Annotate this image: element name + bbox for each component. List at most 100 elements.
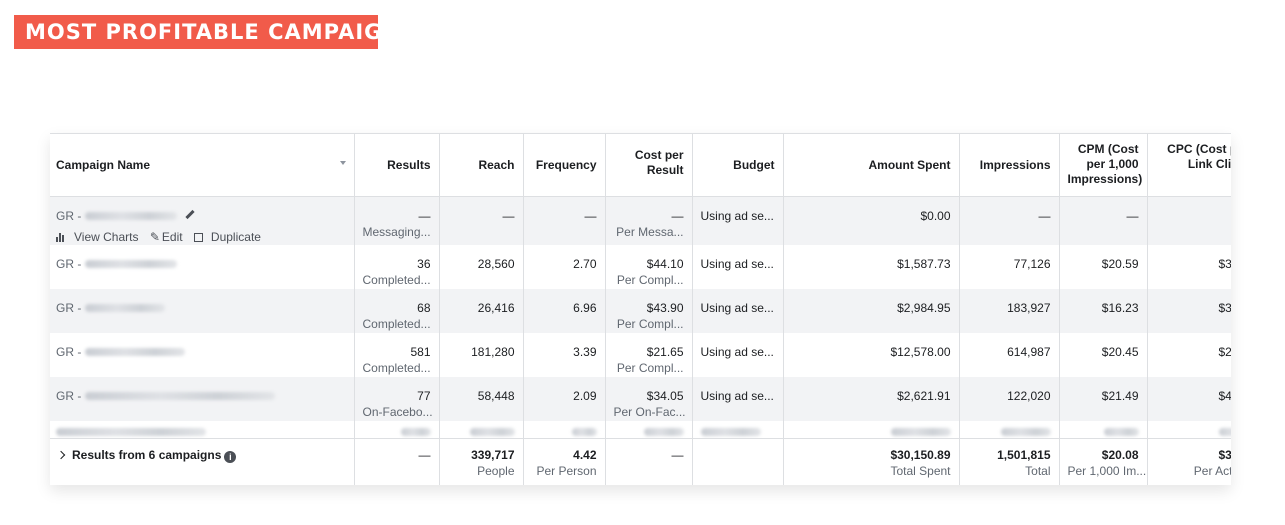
total-cpc-cell: $3.25Per Action xyxy=(1147,437,1231,485)
impressions-cell: 614,987 xyxy=(959,332,1060,377)
cpc-cell: $4.75 xyxy=(1147,376,1231,421)
frequency-cell: — xyxy=(523,196,606,245)
column-header-results[interactable]: Results xyxy=(354,134,440,197)
amount-spent-cell: $2,984.95 xyxy=(783,288,960,333)
campaign-name-cell[interactable]: GR - xyxy=(50,244,355,289)
reach-cell: 181,280 xyxy=(439,332,524,377)
budget-cell xyxy=(692,420,784,438)
column-header-budget[interactable]: Budget xyxy=(692,134,784,197)
table-row[interactable]: GR - 77 On-Facebo... 58,448 2.09 $34.05 Pe… xyxy=(50,376,1231,421)
redacted-campaign-name xyxy=(85,304,166,313)
results-cell: — Messaging... xyxy=(354,196,440,245)
results-cell: 581 Completed... xyxy=(354,332,440,377)
redacted-campaign-name xyxy=(85,348,186,357)
sort-caret-icon[interactable] xyxy=(339,161,346,165)
amount-spent-cell: $0.00 xyxy=(783,196,960,245)
results-cell xyxy=(354,420,440,438)
page-banner: MOST PROFITABLE CAMPAIGN xyxy=(14,15,378,49)
campaign-name-cell[interactable]: GR - xyxy=(50,288,355,333)
cost-per-result-cell: $21.65 Per Compl... xyxy=(605,332,693,377)
cpm-cell: $20.45 xyxy=(1059,332,1148,377)
impressions-cell: — xyxy=(959,196,1060,245)
amount-spent-cell xyxy=(783,420,960,438)
results-summary-toggle[interactable]: Results from 6 campaigns i xyxy=(50,437,355,485)
total-results-cell: — xyxy=(354,437,440,485)
budget-cell: Using ad se... xyxy=(692,288,784,333)
cpc-cell: $3.15 xyxy=(1147,288,1231,333)
redacted-campaign-name xyxy=(85,392,276,401)
redacted-campaign-name xyxy=(85,260,178,269)
total-frequency-cell: 4.42 Per Person xyxy=(523,437,606,485)
column-header-cost-per-result[interactable]: Cost per Result xyxy=(605,134,693,197)
edit-link[interactable]: ✎ Edit xyxy=(150,230,183,244)
bar-chart-icon xyxy=(56,232,66,242)
cpc-cell: — xyxy=(1147,196,1231,245)
table-header-row: Campaign Name Results Reach Frequency Co… xyxy=(50,134,1231,197)
amount-spent-cell: $12,578.00 xyxy=(783,332,960,377)
campaign-name-cell[interactable]: GR - View Charts ✎ Edit Duplicate xyxy=(50,196,355,245)
reach-cell: 28,560 xyxy=(439,244,524,289)
column-header-campaign-name[interactable]: Campaign Name xyxy=(50,134,355,197)
cpm-cell: $16.23 xyxy=(1059,288,1148,333)
frequency-cell: 3.39 xyxy=(523,332,606,377)
reach-cell: 26,416 xyxy=(439,288,524,333)
impressions-cell: 77,126 xyxy=(959,244,1060,289)
redacted-campaign-name xyxy=(85,212,178,221)
column-header-impressions[interactable]: Impressions xyxy=(959,134,1060,197)
column-header-reach[interactable]: Reach xyxy=(439,134,524,197)
total-reach-cell: 339,717 People xyxy=(439,437,524,485)
view-charts-link[interactable]: View Charts xyxy=(56,230,138,244)
cpm-cell: $21.49 xyxy=(1059,376,1148,421)
chevron-right-icon[interactable] xyxy=(56,450,66,459)
frequency-cell xyxy=(523,420,606,438)
info-icon[interactable]: i xyxy=(224,450,237,463)
redacted-campaign-name xyxy=(56,427,206,436)
table-row[interactable]: GR - 36 Completed... 28,560 2.70 $44.10 Pe… xyxy=(50,244,1231,289)
campaigns-table: Campaign Name Results Reach Frequency Co… xyxy=(50,134,1231,485)
budget-cell: Using ad se... xyxy=(692,376,784,421)
cpm-cell: $20.59 xyxy=(1059,244,1148,289)
budget-cell: Using ad se... xyxy=(692,332,784,377)
impressions-cell: 122,020 xyxy=(959,376,1060,421)
row-actions: View Charts ✎ Edit Duplicate xyxy=(56,229,346,245)
results-cell: 36 Completed... xyxy=(354,244,440,289)
cost-per-result-cell: $34.05 Per On-Fac... xyxy=(605,376,693,421)
duplicate-link[interactable]: Duplicate xyxy=(193,230,261,244)
results-cell: 77 On-Facebo... xyxy=(354,376,440,421)
table-row[interactable]: GR - 581 Completed... 181,280 3.39 $21.65… xyxy=(50,332,1231,377)
frequency-cell: 2.09 xyxy=(523,376,606,421)
campaign-name-cell[interactable]: GR - xyxy=(50,332,355,377)
results-cell: 68 Completed... xyxy=(354,288,440,333)
total-impressions-cell: 1,501,815 Total xyxy=(959,437,1060,485)
cpm-cell: — xyxy=(1059,196,1148,245)
total-budget-cell xyxy=(692,437,784,485)
cost-per-result-cell: $43.90 Per Compl... xyxy=(605,288,693,333)
column-header-cpm[interactable]: CPM (Cost per 1,000 Impressions) xyxy=(1059,134,1148,197)
total-cost-cell: — xyxy=(605,437,693,485)
total-spent-cell: $30,150.89 Total Spent xyxy=(783,437,960,485)
column-header-amount-spent[interactable]: Amount Spent xyxy=(783,134,960,197)
table-row-partially-hidden xyxy=(50,420,1231,438)
budget-cell: Using ad se... xyxy=(692,244,784,289)
reach-cell xyxy=(439,420,524,438)
reach-cell: 58,448 xyxy=(439,376,524,421)
column-header-cpc[interactable]: CPC (Cost per Link Click) xyxy=(1147,134,1231,197)
results-summary-row: Results from 6 campaigns i — 339,717 Peopl… xyxy=(50,437,1231,485)
amount-spent-cell: $1,587.73 xyxy=(783,244,960,289)
column-header-frequency[interactable]: Frequency xyxy=(523,134,606,197)
campaigns-table-panel: Campaign Name Results Reach Frequency Co… xyxy=(50,133,1231,485)
cost-per-result-cell: $44.10 Per Compl... xyxy=(605,244,693,289)
duplicate-icon xyxy=(193,232,203,242)
impressions-cell xyxy=(959,420,1060,438)
cpc-cell xyxy=(1147,420,1231,438)
campaign-name-cell xyxy=(50,420,355,438)
cpc-cell: $3.70 xyxy=(1147,244,1231,289)
budget-cell: Using ad se... xyxy=(692,196,784,245)
pencil-icon[interactable] xyxy=(185,209,195,219)
table-row[interactable]: GR - 68 Completed... 26,416 6.96 $43.90 Pe… xyxy=(50,288,1231,333)
amount-spent-cell: $2,621.91 xyxy=(783,376,960,421)
campaign-name-cell[interactable]: GR - xyxy=(50,376,355,421)
total-cpm-cell: $20.08 Per 1,000 Im... xyxy=(1059,437,1148,485)
frequency-cell: 6.96 xyxy=(523,288,606,333)
table-row[interactable]: GR - View Charts ✎ Edit Duplicate — Messag… xyxy=(50,196,1231,245)
